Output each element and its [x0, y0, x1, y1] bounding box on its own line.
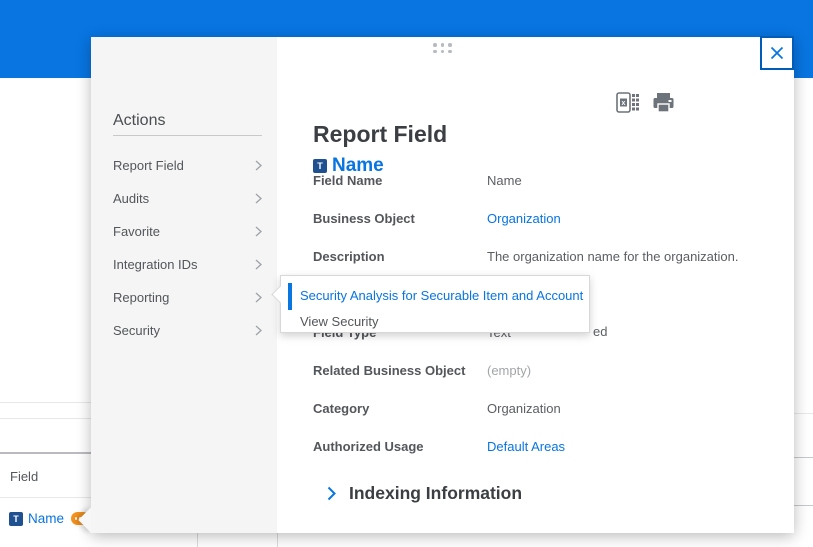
- background-divider: [0, 452, 91, 454]
- security-submenu: Security Analysis for Securable Item and…: [280, 275, 590, 333]
- menu-item-reporting[interactable]: Reporting: [91, 285, 277, 309]
- background-divider: [794, 457, 813, 458]
- chevron-right-icon: [255, 325, 262, 336]
- detail-row: Authorized Usage Default Areas: [277, 439, 794, 455]
- detail-row: Description The organization name for th…: [277, 249, 794, 265]
- print-icon[interactable]: [652, 92, 675, 118]
- actions-divider: [113, 135, 262, 136]
- background-column-divider: [197, 533, 198, 547]
- menu-item-security[interactable]: Security: [91, 318, 277, 342]
- background-divider: [794, 505, 813, 506]
- menu-item-report-field[interactable]: Report Field: [91, 153, 277, 177]
- detail-row: Business Object Organization: [277, 211, 794, 227]
- field-name-link[interactable]: Name: [28, 511, 64, 526]
- authorized-usage-link[interactable]: Default Areas: [487, 439, 565, 454]
- drag-handle-icon[interactable]: [91, 43, 794, 53]
- actions-menu-panel: Actions Report Field Audits Favorite Int…: [91, 37, 277, 533]
- table-column-header-field: Field: [10, 469, 38, 484]
- submenu-item-view-security[interactable]: View Security: [300, 314, 379, 329]
- background-column-divider: [277, 533, 278, 547]
- chevron-right-icon: [255, 226, 262, 237]
- header-icons: x: [616, 92, 675, 118]
- active-item-accent-bar: [288, 283, 292, 310]
- chevron-right-icon: [327, 486, 336, 501]
- background-divider: [794, 413, 813, 414]
- text-type-icon: T: [313, 159, 327, 173]
- actions-menu-title: Actions: [113, 112, 165, 130]
- close-icon: [770, 46, 784, 60]
- menu-item-integration-ids[interactable]: Integration IDs: [91, 252, 277, 276]
- indexing-information-toggle[interactable]: Indexing Information: [327, 483, 522, 504]
- chevron-right-icon: [255, 193, 262, 204]
- background-divider: [0, 402, 91, 403]
- menu-item-favorite[interactable]: Favorite: [91, 219, 277, 243]
- detail-row: Related Business Object (empty): [277, 363, 794, 379]
- chevron-right-icon: [255, 160, 262, 171]
- text-type-icon: T: [9, 512, 23, 526]
- chevron-right-icon: [255, 259, 262, 270]
- submenu-item-security-analysis[interactable]: Security Analysis for Securable Item and…: [300, 288, 583, 303]
- business-object-link[interactable]: Organization: [487, 211, 561, 226]
- menu-item-audits[interactable]: Audits: [91, 186, 277, 210]
- detail-title: Report Field: [313, 121, 447, 148]
- close-button[interactable]: [760, 36, 794, 70]
- chevron-right-icon: [255, 292, 262, 303]
- export-excel-icon[interactable]: x: [616, 92, 639, 118]
- svg-text:x: x: [622, 100, 626, 107]
- detail-row: Category Organization: [277, 401, 794, 417]
- detail-row: Field Name Name: [277, 173, 794, 189]
- background-divider: [0, 418, 91, 419]
- background-divider: [0, 497, 91, 498]
